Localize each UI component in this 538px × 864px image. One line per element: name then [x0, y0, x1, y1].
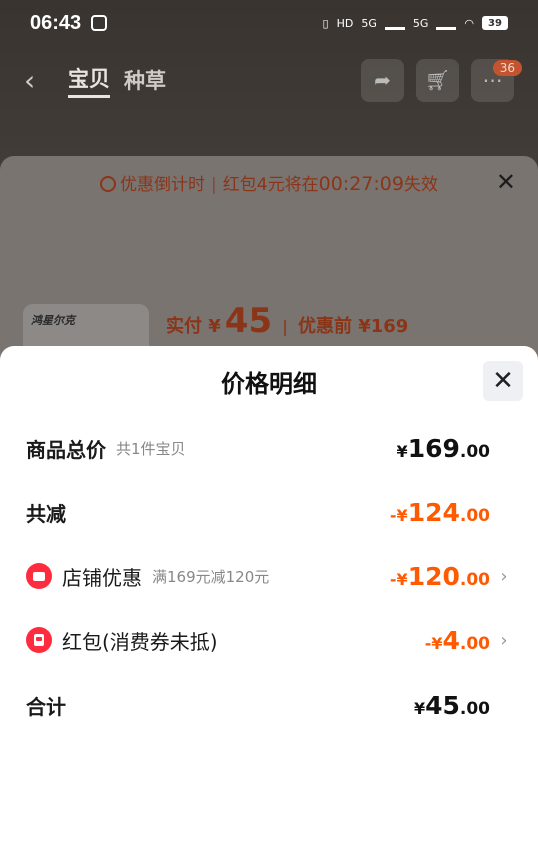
paid-summary: 实付 ¥ 45 | 优惠前 ¥169 — [166, 301, 408, 341]
hd-icon: HD — [336, 16, 354, 30]
row-amount: ¥169.00 — [397, 434, 490, 463]
countdown-banner: 优惠倒计时 | 红包4元将在00:27:09失效 — [0, 170, 538, 195]
row-red-packet[interactable]: 红包(消费券未抵) -¥ 4.00 › — [26, 620, 512, 660]
row-grand-total: 合计 ¥45.00 — [26, 685, 512, 725]
close-button[interactable]: ✕ — [483, 361, 523, 401]
countdown-timer: 00:27:09 — [318, 173, 404, 195]
red-packet-icon — [26, 627, 52, 653]
row-label: 红包(消费券未抵) — [62, 629, 218, 654]
signal-1-icon — [384, 16, 405, 30]
countdown-suffix: 失效 — [403, 175, 438, 195]
amount-dec: .00 — [459, 569, 490, 590]
currency: -¥ — [424, 633, 443, 653]
top-nav: ‹ 宝贝 种草 ➦ 🛒︎ ⋯ — [0, 48, 538, 112]
chevron-right-icon: › — [500, 565, 508, 587]
row-label: 商品总价 — [26, 437, 106, 462]
row-total-discount: 共减 -¥ 124.00 — [26, 492, 512, 532]
paid-label: 实付 ¥ — [166, 316, 221, 337]
tab-baby[interactable]: 宝贝 — [68, 63, 110, 98]
row-amount: -¥ 4.00 — [425, 626, 490, 655]
brand-logo: 鸿星尔克 — [31, 314, 75, 327]
wifi-icon: ◠ — [464, 16, 474, 30]
signal-2-label: 5G — [412, 16, 429, 30]
countdown-text: 红包4元将在 — [222, 175, 319, 195]
currency: ¥ — [396, 441, 408, 461]
row-amount: ¥45.00 — [414, 691, 490, 720]
amount-dec: .00 — [459, 505, 490, 526]
row-goods-total: 商品总价 共1件宝贝 ¥169.00 — [26, 428, 512, 468]
paid-separator: | — [282, 317, 288, 336]
battery-icon: 39 — [482, 16, 508, 30]
row-sub: 满169元减120元 — [152, 567, 270, 586]
chevron-right-icon: › — [500, 629, 508, 651]
status-bar: 06:43 ▯ HD 5G 5G ◠ 39 — [0, 0, 538, 46]
close-icon: ✕ — [492, 366, 514, 396]
back-arrow-icon[interactable]: ‹ — [24, 64, 54, 97]
currency: ¥ — [413, 698, 426, 718]
nav-actions: ➦ 🛒︎ ⋯ — [361, 58, 514, 102]
store-coupon-icon — [26, 563, 52, 589]
status-time: 06:43 — [30, 11, 82, 34]
paid-value: 45 — [224, 301, 273, 341]
amount-int: 45 — [425, 690, 460, 720]
row-label: 合计 — [26, 694, 66, 719]
row-amount: -¥ 120.00 — [390, 562, 490, 591]
amount-int: 4 — [442, 625, 460, 655]
amount-dec: .00 — [459, 633, 490, 654]
countdown-label: 优惠倒计时 — [120, 175, 206, 195]
close-icon[interactable]: ✕ — [496, 168, 516, 196]
clock-icon — [100, 176, 117, 192]
sheet-title: 价格明细 — [221, 370, 317, 398]
countdown-separator: | — [211, 175, 217, 195]
row-sub: 共1件宝贝 — [116, 439, 186, 458]
row-amount: -¥ 124.00 — [390, 498, 490, 527]
cart-icon[interactable]: 🛒︎ — [416, 58, 459, 102]
currency: -¥ — [389, 505, 408, 525]
signal-2-icon — [436, 16, 457, 30]
price-detail-sheet: 价格明细 ✕ 商品总价 共1件宝贝 ¥169.00 共减 -¥ 124.00 店铺… — [0, 346, 538, 864]
signal-1-label: 5G — [361, 16, 377, 30]
tab-zhongcao[interactable]: 种草 — [124, 65, 166, 95]
before-discount-price: 优惠前 ¥169 — [297, 316, 409, 337]
amount-int: 120 — [407, 561, 460, 591]
row-label: 店铺优惠 — [62, 565, 142, 590]
cart-badge: 36 — [492, 60, 522, 76]
amount-int: 169 — [407, 433, 460, 463]
row-label: 共减 — [26, 501, 66, 526]
amount-dec: .00 — [459, 441, 490, 462]
status-icons: ▯ HD 5G 5G ◠ 39 — [323, 16, 508, 30]
app-notification-icon — [91, 15, 108, 31]
amount-int: 124 — [407, 497, 460, 527]
row-store-discount[interactable]: 店铺优惠 满169元减120元 -¥ 120.00 › — [26, 556, 512, 596]
amount-dec: .00 — [459, 698, 490, 719]
share-icon[interactable]: ➦ — [361, 58, 404, 102]
vibrate-icon: ▯ — [322, 16, 329, 30]
currency: -¥ — [389, 569, 408, 589]
